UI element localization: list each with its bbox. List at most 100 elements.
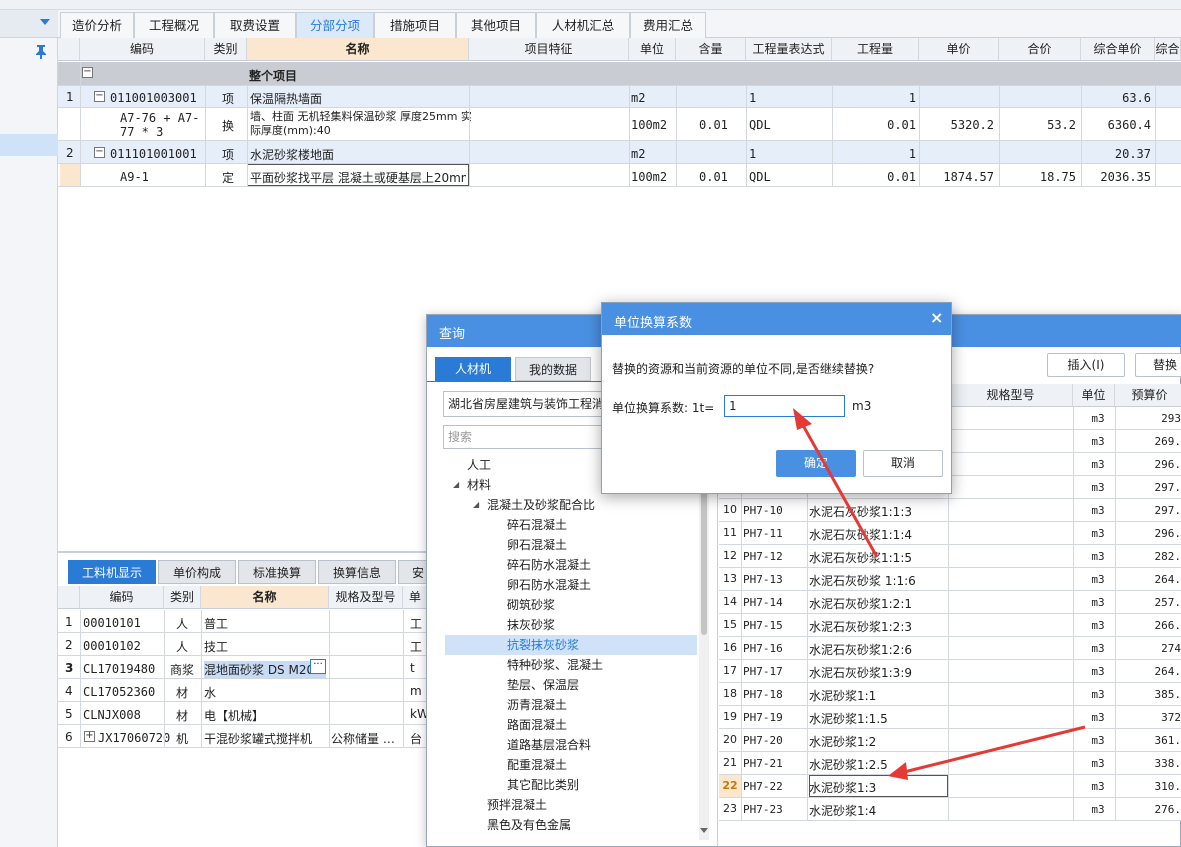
row-name[interactable]: 水泥石灰砂浆1:3:9: [809, 664, 912, 681]
grid-header-name[interactable]: 名称: [247, 38, 469, 61]
tree-item[interactable]: 配重混凝土: [507, 755, 567, 775]
replace-button[interactable]: 替换: [1135, 353, 1181, 377]
tab-other-items[interactable]: 其他项目: [456, 12, 536, 38]
tree-item[interactable]: 特种砂浆、混凝土: [507, 655, 603, 675]
table-row[interactable]: 12 PH7-12 水泥石灰砂浆1:1:5 m3 282.: [719, 545, 1181, 568]
conversion-factor-input[interactable]: 1: [724, 395, 845, 417]
tree-item[interactable]: 抗裂抹灰砂浆: [445, 635, 697, 655]
tree-scrollbar[interactable]: [699, 455, 709, 840]
row-name[interactable]: 水泥砂浆1:1: [809, 687, 876, 704]
row-name[interactable]: 水泥石灰砂浆1:2:3: [809, 618, 912, 635]
scroll-thumb[interactable]: [701, 475, 707, 635]
row-name[interactable]: 水泥砂浆楼地面: [250, 146, 334, 163]
more-icon[interactable]: ···: [310, 659, 326, 674]
grid-header-feature[interactable]: 项目特征: [469, 38, 629, 61]
row-name[interactable]: 水泥砂浆1:1.5: [809, 710, 888, 727]
bottom-header-spec[interactable]: 规格及型号: [329, 586, 403, 609]
tab-measures[interactable]: 措施项目: [374, 12, 456, 38]
list-item[interactable]: 3 CL17019480 商浆 混地面砂浆 DS M20 t ···: [58, 656, 428, 679]
row-name[interactable]: 水泥砂浆1:2.5: [809, 756, 888, 773]
grid-header-comprehensive[interactable]: 综合: [1155, 38, 1181, 61]
tab-fee-setting[interactable]: 取费设置: [214, 12, 296, 38]
tree-item[interactable]: 预拌混凝土: [487, 795, 547, 815]
grid-header-content[interactable]: 含量: [676, 38, 746, 61]
tree-item[interactable]: 沥青混凝土: [507, 695, 567, 715]
table-row[interactable]: 15 PH7-15 水泥石灰砂浆1:2:3 m3 266.: [719, 614, 1181, 637]
scroll-down-icon[interactable]: [700, 828, 708, 833]
grid-header-code[interactable]: 编码: [80, 38, 205, 61]
table-row[interactable]: 14 PH7-14 水泥石灰砂浆1:2:1 m3 257.: [719, 591, 1181, 614]
tab-project-overview[interactable]: 工程概况: [134, 12, 214, 38]
left-dropdown[interactable]: [0, 10, 58, 38]
library-select[interactable]: 湖北省房屋建筑与装饰工程消: [443, 391, 613, 417]
row-name[interactable]: 水泥石灰砂浆1:1:5: [809, 549, 912, 566]
list-item[interactable]: 5 CLNJX008 材电【机械】 kW: [58, 702, 428, 725]
row-name[interactable]: 水泥石灰砂浆1:2:6: [809, 641, 912, 658]
table-row[interactable]: 19 PH7-19 水泥砂浆1:1.5 m3 372: [719, 706, 1181, 729]
tree-item[interactable]: 道路基层混合料: [507, 735, 591, 755]
tree-item[interactable]: 碎石防水混凝土: [507, 555, 591, 575]
grid-header-category[interactable]: 类别: [205, 38, 247, 61]
tab-material-display[interactable]: 工料机显示: [68, 560, 156, 584]
unit-dialog-title-bar[interactable]: 单位换算系数 ×: [602, 303, 951, 335]
list-item[interactable]: 2 00010102 人技工工: [58, 633, 428, 656]
close-icon[interactable]: ×: [930, 308, 943, 327]
grid-header-unit-price[interactable]: 综合单价: [1081, 38, 1155, 61]
bottom-header-unit[interactable]: 单: [403, 586, 428, 609]
result-header-price[interactable]: 预算价: [1115, 384, 1181, 407]
row-name[interactable]: 水泥石灰砂浆1:2:1: [809, 595, 912, 612]
collapse-icon[interactable]: −: [82, 67, 93, 78]
row-name[interactable]: 水泥石灰砂浆1:1:4: [809, 526, 912, 543]
tab-standard-conversion[interactable]: 标准换算: [238, 560, 316, 584]
row-name[interactable]: 水泥砂浆1:4: [809, 802, 876, 819]
group-row[interactable]: − 整个项目: [58, 62, 1181, 86]
tab-material-summary[interactable]: 人材机汇总: [536, 12, 630, 38]
tab-materials[interactable]: 人材机: [435, 357, 511, 381]
row-name[interactable]: 水泥石灰砂浆1:1:3: [809, 503, 912, 520]
tree-item[interactable]: 其它配比类别: [507, 775, 579, 795]
table-row[interactable]: 11 PH7-11 水泥石灰砂浆1:1:4 m3 296.: [719, 522, 1181, 545]
search-input[interactable]: 搜索: [443, 425, 613, 449]
expand-icon[interactable]: ◢: [473, 495, 479, 515]
tree-item[interactable]: ◢ 混凝土及砂浆配合比: [473, 495, 595, 515]
tree-item[interactable]: 卵石防水混凝土: [507, 575, 591, 595]
ok-button[interactable]: 确定: [776, 450, 856, 477]
tab-price-composition[interactable]: 单价构成: [158, 560, 236, 584]
insert-button[interactable]: 插入(I): [1047, 353, 1125, 377]
tree-item[interactable]: 路面混凝土: [507, 715, 567, 735]
row-name[interactable]: 水泥石灰砂浆 1:1:6: [809, 572, 916, 589]
table-row[interactable]: 1 − 011001003001 项 保温隔热墙面 m2 1 1 63.6: [58, 86, 1181, 108]
table-row[interactable]: 21 PH7-21 水泥砂浆1:2.5 m3 338.: [719, 752, 1181, 775]
grid-header-price[interactable]: 单价: [919, 38, 999, 61]
grid-header-expression[interactable]: 工程量表达式: [746, 38, 832, 61]
table-row[interactable]: 20 PH7-20 水泥砂浆1:2 m3 361.: [719, 729, 1181, 752]
expand-icon[interactable]: ◢: [453, 475, 459, 495]
table-row[interactable]: 13 PH7-13 水泥石灰砂浆 1:1:6 m3 264.: [719, 568, 1181, 591]
row-name[interactable]: 电【机械】: [204, 707, 326, 724]
grid-header-unit[interactable]: 单位: [629, 38, 676, 61]
tree-item[interactable]: 人工: [467, 455, 491, 475]
tree-item[interactable]: ◢ 材料: [453, 475, 491, 495]
row-name[interactable]: 平面砂浆找平层 混凝土或硬基层上20mm: [250, 169, 466, 186]
tree-item[interactable]: 碎石混凝土: [507, 515, 567, 535]
table-row[interactable]: A7-76 + A7-77 * 3 换 墙、柱面 无机轻集料保温砂浆 厚度25m…: [58, 108, 1181, 141]
collapse-icon[interactable]: −: [94, 147, 105, 158]
tree-item[interactable]: 卵石混凝土: [507, 535, 567, 555]
grid-header-total[interactable]: 合价: [999, 38, 1081, 61]
row-name[interactable]: 干混砂浆罐式搅拌机: [204, 730, 326, 747]
table-row[interactable]: 17 PH7-17 水泥石灰砂浆1:3:9 m3 264.: [719, 660, 1181, 683]
selected-cell[interactable]: [809, 775, 948, 797]
tab-sub-items[interactable]: 分部分项: [296, 12, 374, 38]
result-header-spec[interactable]: 规格型号: [949, 384, 1073, 407]
tab-conversion-info[interactable]: 换算信息: [318, 560, 396, 584]
table-row[interactable]: A9-1 定 平面砂浆找平层 混凝土或硬基层上20mm 100m2 0.01 Q…: [58, 164, 1181, 187]
table-row[interactable]: 10 PH7-10 水泥石灰砂浆1:1:3 m3 297.: [719, 499, 1181, 522]
row-name[interactable]: 保温隔热墙面: [250, 90, 322, 107]
bottom-header-code[interactable]: 编码: [80, 586, 164, 609]
cancel-button[interactable]: 取消: [863, 450, 943, 477]
bottom-header-category[interactable]: 类别: [164, 586, 201, 609]
bottom-header-name[interactable]: 名称: [201, 586, 329, 609]
tab-cost-analysis[interactable]: 造价分析: [60, 12, 134, 38]
splitter[interactable]: [58, 551, 428, 553]
grid-header-quantity[interactable]: 工程量: [832, 38, 919, 61]
